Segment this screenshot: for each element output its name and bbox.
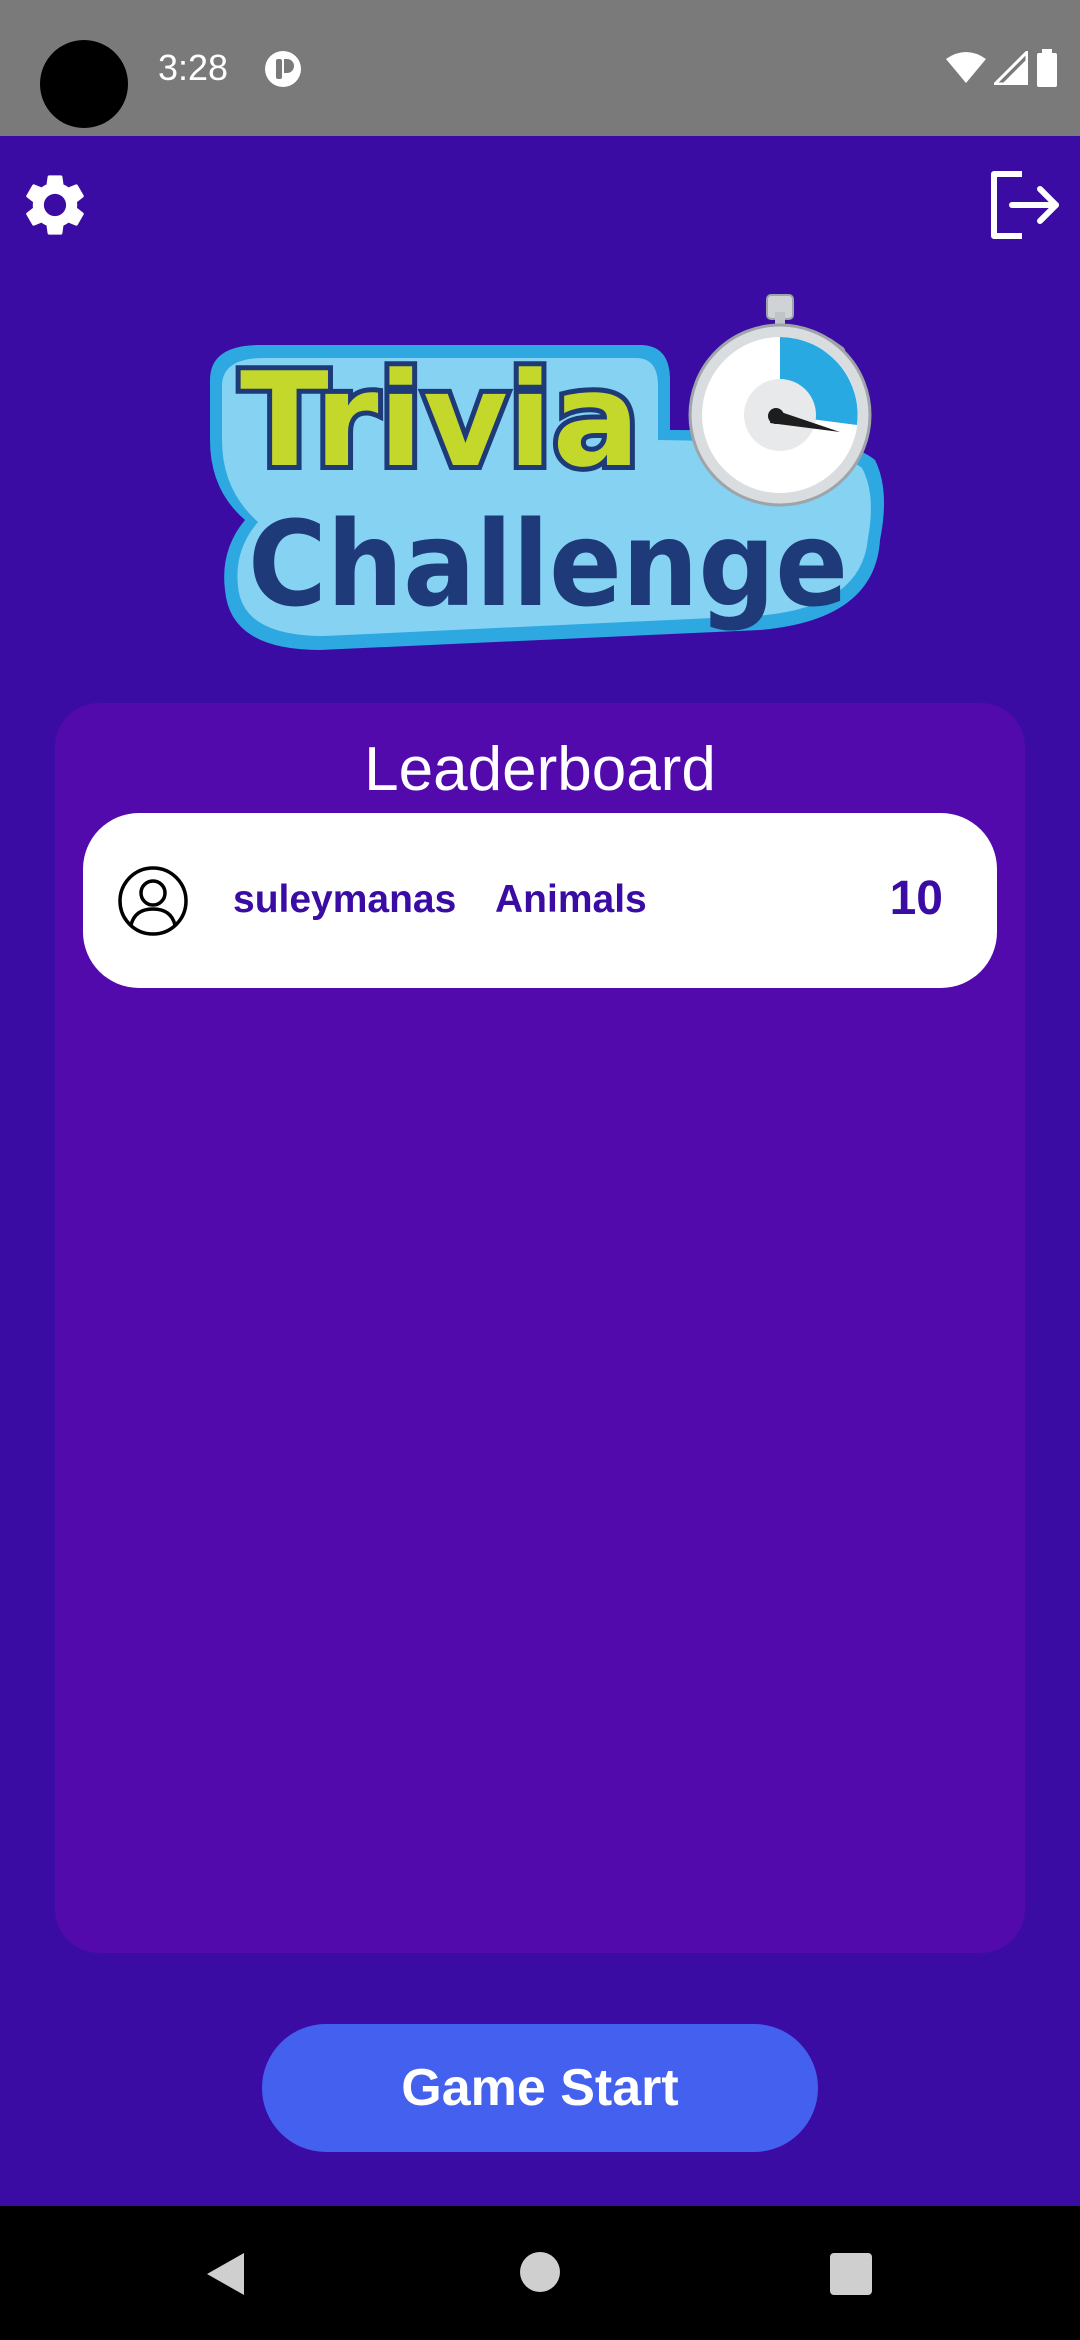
navigation-bar [0,2206,1080,2340]
entry-score: 10 [889,872,943,925]
status-icons [946,46,1058,90]
signal-icon [994,51,1028,85]
logout-icon[interactable] [986,168,1064,242]
entry-category: Animals [495,878,647,921]
status-time: 3:28 [158,47,229,88]
home-icon[interactable] [520,2252,560,2292]
user-avatar-icon [118,866,188,936]
logo-line1: Trivia [240,344,640,496]
logo-line2: Challenge [248,495,848,633]
trivia-challenge-logo: Trivia Trivia Challenge [210,294,884,650]
camera-cutout [40,40,128,128]
recents-icon[interactable] [830,2253,872,2295]
leaderboard-panel: Leaderboard suleymanas Animals 10 [55,703,1025,1953]
back-icon[interactable] [204,2251,248,2297]
wifi-icon [946,52,986,83]
battery-icon [1037,49,1057,87]
app-notification-icon [265,51,301,87]
entry-username: suleymanas [233,878,457,921]
leaderboard-title: Leaderboard [364,735,716,804]
status-bar: 3:28 [0,0,1080,136]
leaderboard-entry[interactable]: suleymanas Animals 10 [83,813,997,988]
game-start-button[interactable]: Game Start [262,2024,818,2152]
gear-icon[interactable] [18,168,92,242]
